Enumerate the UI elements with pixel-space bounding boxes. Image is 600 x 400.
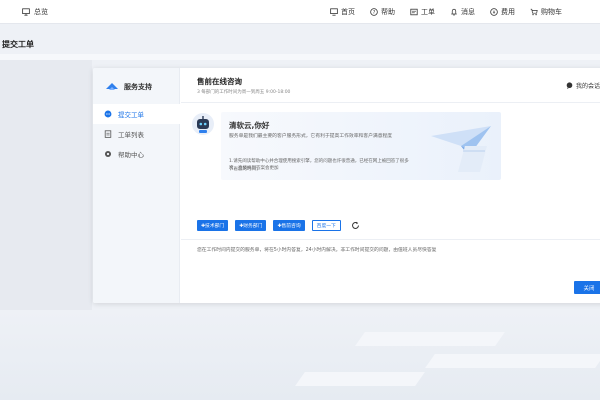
sidebar-item-label: 帮助中心 [118,151,144,159]
main-title: 售前在线咨询 [197,77,242,86]
divider [181,239,600,240]
nav-fee[interactable]: ¥ 费用 [490,7,515,17]
sidebar-item-ticket-list[interactable]: 工单列表 [93,124,180,144]
sidebar-item-submit-ticket[interactable]: 提交工单 [93,104,180,124]
service-notice: 您在工作时间内提交的服务单，将在5小时内答复，24小时内解决。非工作时间提交的问… [197,248,437,253]
top-bar: 总览 首页 ? 帮助 工单 消息 ¥ 费用 购物车 [0,0,600,24]
baidu-button[interactable]: 百度一下 [311,220,341,231]
sidebar-item-label: 工单列表 [118,131,144,139]
monitor-icon [330,8,338,16]
dialog-main: 售前在线咨询 3 每部门的工作时间为周一到周五 9:00-18:00 我的会话 … [181,68,600,303]
divider [181,102,600,103]
nav-message-label: 消息 [461,8,475,16]
main-subtitle: 3 每部门的工作时间为周一到周五 9:00-18:00 [197,90,291,95]
top-nav: 首页 ? 帮助 工单 消息 ¥ 费用 购物车 [330,7,562,17]
ticket-icon [410,8,418,16]
robot-icon [197,116,209,133]
svg-text:¥: ¥ [493,10,496,16]
presales-button[interactable]: ✚售前咨询 [273,220,305,231]
coin-icon: ¥ [490,8,498,16]
welcome-bubble: 清软云,你好 服务单是我们最主要的客户服务形式，它有利于提高工作效率和客户满意程… [221,112,501,180]
nav-home-label: 首页 [341,8,355,16]
console-link[interactable]: 总览 [22,7,48,17]
dialog-sidebar: 服务支持 提交工单 工单列表 帮助中心 [93,68,180,303]
clipboard-icon [104,130,112,138]
service-logo: 服务支持 [105,81,152,93]
greeting-subtitle: 服务单是我们最主要的客户服务形式，它有利于提高工作效率和客户满意程度 [229,134,393,139]
quick-buttons: ✚技术部门 ✚财务部门 ✚售前咨询 百度一下 [197,220,360,231]
nav-message[interactable]: 消息 [450,7,475,17]
page-title: 提交工单 [2,40,34,49]
greeting-title: 清软云,你好 [229,121,270,130]
decor-stripe [425,354,600,368]
my-sessions-link[interactable]: 我的会话 [566,81,600,90]
background-panel-left [0,60,92,315]
tip-line: 节省您的时间； [229,167,261,172]
bell-icon [451,8,457,16]
sidebar-item-label: 提交工单 [118,111,144,119]
tech-department-button[interactable]: ✚技术部门 [197,220,229,231]
my-sessions-label: 我的会话 [576,83,600,90]
nav-ticket-label: 工单 [421,8,435,16]
close-button[interactable]: 关闭 [574,281,600,294]
decor-stripe [355,332,505,346]
nav-home[interactable]: 首页 [330,7,355,17]
sidebar-item-help-center[interactable]: 帮助中心 [93,144,180,164]
nav-help[interactable]: ? 帮助 [370,7,395,17]
cart-icon [530,8,538,16]
nav-help-label: 帮助 [381,8,395,16]
message-icon [566,82,573,89]
robot-avatar [192,113,214,135]
nav-ticket[interactable]: 工单 [410,7,435,17]
gear-icon [104,150,112,158]
monitor-icon [22,8,30,16]
decor-stripe [295,372,425,386]
console-label: 总览 [34,8,48,16]
chat-bubble-icon [104,110,112,118]
nav-cart[interactable]: 购物车 [530,7,562,17]
sidebar-title: 服务支持 [124,83,152,91]
refresh-icon[interactable] [351,221,360,230]
ticket-dialog: 服务支持 提交工单 工单列表 帮助中心 售前在线咨询 3 每部门的工作时间为周一… [93,68,600,303]
nav-fee-label: 费用 [501,8,515,16]
paper-plane-icon [431,126,491,172]
finance-department-button[interactable]: ✚财务部门 [235,220,267,231]
help-circle-icon: ? [370,8,378,16]
background-bottom [0,310,600,400]
nav-cart-label: 购物车 [541,8,562,16]
service-logo-icon [106,83,118,90]
